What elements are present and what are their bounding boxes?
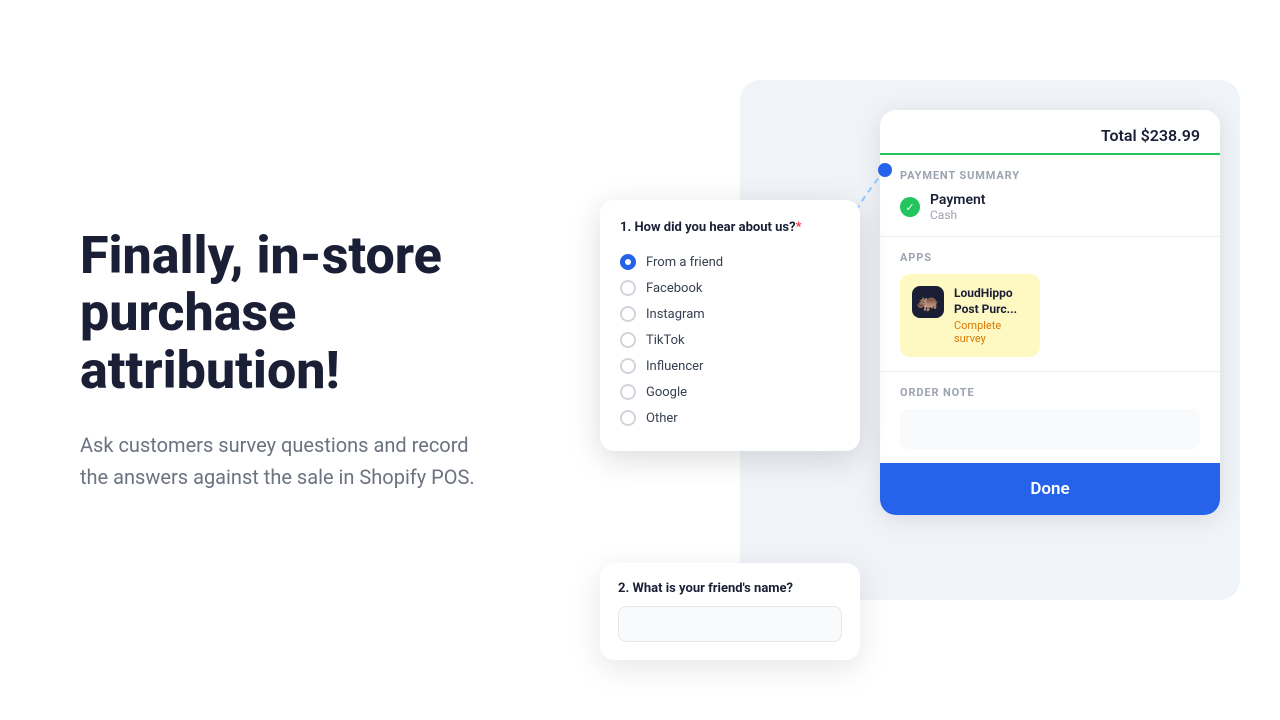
option-label-other: Other xyxy=(646,411,678,426)
option-label-influencer: Influencer xyxy=(646,359,703,374)
left-panel: Finally, in-store purchase attribution! … xyxy=(0,167,540,553)
survey-option-tiktok[interactable]: TikTok xyxy=(620,327,840,353)
option-label-facebook: Facebook xyxy=(646,281,702,296)
headline: Finally, in-store purchase attribution! xyxy=(80,227,480,399)
radio-tiktok xyxy=(620,332,636,348)
app-icon: 🦛 xyxy=(912,286,944,318)
app-action: Complete survey xyxy=(954,319,1028,345)
survey-text-input[interactable] xyxy=(618,606,842,642)
radio-from-a-friend xyxy=(620,254,636,270)
survey-card-q1: 1. How did you hear about us?* From a fr… xyxy=(600,200,860,451)
payment-row: Payment Cash xyxy=(900,192,1200,222)
app-card[interactable]: 🦛 LoudHippo Post Purc... Complete survey xyxy=(900,274,1040,357)
receipt-total-bar: Total $238.99 xyxy=(880,110,1220,155)
option-label-tiktok: TikTok xyxy=(646,333,685,348)
app-name: LoudHippo Post Purc... xyxy=(954,286,1028,317)
survey-option-facebook[interactable]: Facebook xyxy=(620,275,840,301)
option-label-instagram: Instagram xyxy=(646,307,705,322)
apps-section-title: APPS xyxy=(900,251,1200,264)
order-note-area xyxy=(900,409,1200,449)
subtext: Ask customers survey questions and recor… xyxy=(80,429,480,493)
receipt-total: Total $238.99 xyxy=(1101,126,1200,145)
radio-other xyxy=(620,410,636,426)
survey-option-instagram[interactable]: Instagram xyxy=(620,301,840,327)
survey-q2-label: 2. What is your friend's name? xyxy=(618,581,842,596)
option-label-google: Google xyxy=(646,385,687,400)
radio-google xyxy=(620,384,636,400)
survey-card-q2: 2. What is your friend's name? xyxy=(600,563,860,660)
payment-method: Cash xyxy=(930,208,986,222)
radio-instagram xyxy=(620,306,636,322)
done-button[interactable]: Done xyxy=(880,463,1220,515)
radio-facebook xyxy=(620,280,636,296)
survey-option-other[interactable]: Other xyxy=(620,405,840,431)
survey-option-google[interactable]: Google xyxy=(620,379,840,405)
survey-option-influencer[interactable]: Influencer xyxy=(620,353,840,379)
payment-section-title: PAYMENT SUMMARY xyxy=(900,169,1200,182)
survey-option-from-a-friend[interactable]: From a friend xyxy=(620,249,840,275)
radio-influencer xyxy=(620,358,636,374)
apps-section: APPS 🦛 LoudHippo Post Purc... Complete s… xyxy=(880,237,1220,372)
right-panel: Total $238.99 PAYMENT SUMMARY Payment Ca… xyxy=(540,0,1280,720)
order-note-section: ORDER NOTE xyxy=(880,372,1220,463)
payment-section: PAYMENT SUMMARY Payment Cash xyxy=(880,155,1220,237)
payment-label: Payment xyxy=(930,192,986,208)
required-star: * xyxy=(796,220,802,235)
order-note-title: ORDER NOTE xyxy=(900,386,1200,399)
option-label-from-a-friend: From a friend xyxy=(646,255,723,270)
survey-q1-label: 1. How did you hear about us?* xyxy=(620,220,840,235)
payment-info: Payment Cash xyxy=(930,192,986,222)
receipt-card: Total $238.99 PAYMENT SUMMARY Payment Ca… xyxy=(880,110,1220,515)
app-details: LoudHippo Post Purc... Complete survey xyxy=(954,286,1028,345)
